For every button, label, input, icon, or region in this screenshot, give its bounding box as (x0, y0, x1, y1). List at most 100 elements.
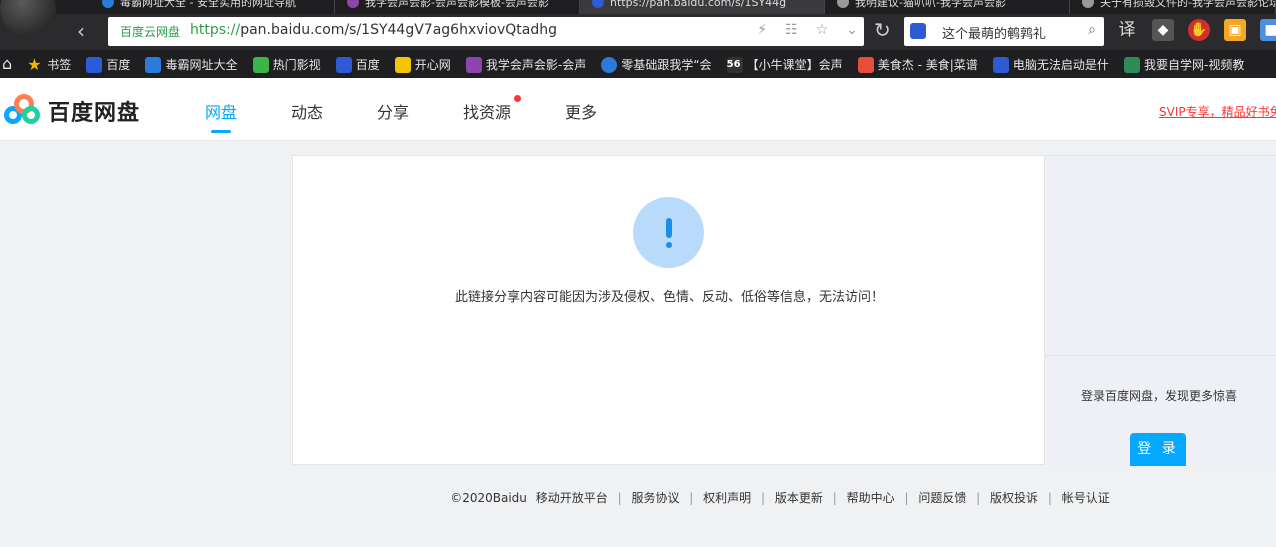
site-header: 百度网盘 网盘 动态 分享 找资源 更多 SVIP专享，精品好书免费读 (0, 78, 1276, 141)
browser-tab-strip: 毒霸网址大全 - 安全实用的网址导航 我学会声会影-会声会影模板-会声会影 ht… (0, 0, 1276, 14)
exclamation-icon (633, 197, 704, 268)
tab-favicon-icon (102, 0, 114, 8)
bookmark-label: 我学会声会影-会声 (485, 58, 587, 72)
play-icon (252, 57, 269, 73)
copyright-text: ©2020Baidu (450, 491, 527, 505)
baidu-paw-icon (86, 57, 103, 73)
adblock-icon[interactable]: ✋ (1188, 19, 1210, 41)
tab-title: 毒霸网址大全 - 安全实用的网址导航 (120, 0, 296, 9)
site-favicon-icon (465, 57, 482, 73)
footer-link-open-platform[interactable]: 移动开放平台 (536, 489, 608, 506)
bookmark-item[interactable]: 56 【小牛课堂】会声 (726, 51, 843, 78)
nav-active-indicator (211, 130, 231, 133)
bookmark-label: 我要自学网-视频教 (1143, 58, 1245, 72)
browser-tab[interactable]: 毒霸网址大全 - 安全实用的网址导航 (90, 0, 335, 14)
tab-title: 我明建议-猫叭叭-我学会声会影 (855, 0, 1006, 9)
kaixin-icon (394, 57, 411, 73)
footer-link-updates[interactable]: 版本更新 (775, 489, 823, 506)
bookmark-item[interactable]: 电脑无法启动是什 (992, 51, 1109, 78)
footer-link-rights[interactable]: 权利声明 (703, 489, 751, 506)
site-favicon-icon (1123, 57, 1140, 73)
extension-icon[interactable]: ◆ (1152, 19, 1174, 41)
tab-favicon-icon (837, 0, 849, 8)
baidu-paw-icon (992, 57, 1009, 73)
bookmark-label: 百度 (355, 58, 380, 72)
nav-item-find-resources[interactable]: 找资源 (463, 99, 511, 123)
error-card: 此链接分享内容可能因为涉及侵权、色情、反动、低俗等信息，无法访问！ (292, 155, 1045, 465)
url-path: pan.baidu.com/s/1SY44gV7ag6hxviovQtadhg (240, 22, 557, 38)
bookmarks-bar: ⌂ ★ 书签 百度 毒霸网址大全 热门影视 百度 开心网 我学会声会影-会声 零基… (0, 50, 1276, 78)
nav-item-share[interactable]: 分享 (377, 99, 409, 123)
baidu-paw-icon[interactable] (910, 23, 926, 39)
bookmark-item[interactable]: 热门影视 (252, 51, 321, 78)
svip-promo-link[interactable]: SVIP专享，精品好书免费读 (1159, 103, 1276, 120)
bookmark-item[interactable]: 我要自学网-视频教 (1123, 51, 1245, 78)
logo-text: 百度网盘 (48, 101, 141, 126)
bookmark-label: 书签 (47, 58, 72, 72)
footer-link-terms[interactable]: 服务协议 (631, 489, 679, 506)
extension-blue-icon[interactable]: ■ (1260, 19, 1276, 41)
chevron-down-icon[interactable]: ⌄ (846, 22, 858, 38)
bookmark-item[interactable]: 百度 (86, 51, 130, 78)
bookmark-label: 【小牛课堂】会声 (746, 58, 843, 72)
star-icon[interactable]: ☆ (816, 22, 829, 38)
play-circle-icon (601, 57, 618, 73)
footer-link-copyright-complaint[interactable]: 版权投诉 (990, 489, 1038, 506)
reload-icon[interactable]: ↻ (874, 18, 891, 42)
meishi-icon (857, 57, 874, 73)
bookmark-item[interactable]: 百度 (335, 51, 380, 78)
search-input[interactable]: 这个最萌的鹌鹑礼 (942, 23, 1046, 42)
error-message: 此链接分享内容可能因为涉及侵权、色情、反动、低俗等信息，无法访问！ (454, 290, 884, 305)
lightning-icon[interactable]: ⚡ (757, 22, 767, 38)
browser-tab[interactable]: 关于有损毁文件的-我学会声会影论坛 (1070, 0, 1276, 14)
footer-link-feedback[interactable]: 问题反馈 (918, 489, 966, 506)
footer-link-help[interactable]: 帮助中心 (847, 489, 895, 506)
bookmark-label: 美食杰 - 美食|菜谱 (877, 58, 978, 72)
tab-title: https://pan.baidu.com/s/1SY44g (610, 0, 787, 9)
notification-dot (514, 95, 521, 102)
browser-toolbar: ‹ 百度云网盘 https://pan.baidu.com/s/1SY44gV7… (0, 14, 1276, 50)
browser-tab[interactable]: 我学会声会影-会声会影模板-会声会影 (335, 0, 580, 14)
nav-item-netdisk[interactable]: 网盘 (205, 99, 237, 123)
login-button[interactable]: 登 录 (1130, 433, 1186, 466)
bookmark-item[interactable]: 毒霸网址大全 (145, 51, 237, 78)
bookmark-label: 零基础跟我学“会 (621, 58, 712, 72)
bookmark-item[interactable]: 我学会声会影-会声 (465, 51, 587, 78)
site-56-icon: 56 (726, 57, 743, 73)
search-icon[interactable]: ⌕ (1088, 22, 1096, 38)
search-box[interactable]: 这个最萌的鹌鹑礼 ⌕ (904, 17, 1104, 46)
qr-code-icon[interactable]: ☷ (785, 22, 798, 38)
bookmark-label: 开心网 (414, 58, 451, 72)
back-arrow-icon[interactable]: ‹ (70, 20, 92, 42)
baidu-paw-icon (335, 57, 352, 73)
bookmark-item[interactable]: 美食杰 - 美食|菜谱 (857, 51, 978, 78)
url-protocol: https:// (190, 22, 241, 38)
login-prompt-text: 登录百度网盘，发现更多惊喜 (1080, 389, 1237, 403)
page-footer: ©2020Baidu 移动开放平台 | 服务协议 | 权利声明 | 版本更新 |… (450, 489, 1110, 506)
divider (1045, 355, 1276, 356)
bookmark-item[interactable]: ★ 书签 (27, 51, 71, 78)
bookmark-item[interactable]: 零基础跟我学“会 (601, 51, 712, 78)
tab-title: 我学会声会影-会声会影模板-会声会影 (365, 0, 549, 9)
browser-tab-active[interactable]: https://pan.baidu.com/s/1SY44g (580, 0, 825, 14)
bookmark-label: 毒霸网址大全 (165, 58, 238, 72)
home-icon[interactable]: ⌂ (2, 50, 12, 78)
nav-item-more[interactable]: 更多 (565, 99, 597, 123)
url-text[interactable]: https://pan.baidu.com/s/1SY44gV7ag6hxvio… (190, 22, 557, 38)
tab-favicon-icon (347, 0, 359, 8)
nav-item-activity[interactable]: 动态 (291, 99, 323, 123)
baidu-pan-logo-icon (2, 94, 42, 128)
site-logo[interactable]: 百度网盘 (2, 94, 140, 128)
star-icon: ★ (27, 55, 42, 74)
bookmark-label: 电脑无法启动是什 (1012, 58, 1109, 72)
tab-title: 关于有损毁文件的-我学会声会影论坛 (1100, 0, 1276, 9)
bookmark-item[interactable]: 开心网 (394, 51, 451, 78)
translate-icon[interactable]: 译 (1116, 19, 1138, 41)
tab-favicon-icon (1082, 0, 1094, 8)
footer-link-account-verify[interactable]: 帐号认证 (1062, 489, 1110, 506)
extension-orange-icon[interactable]: ▣ (1224, 19, 1246, 41)
address-bar[interactable]: 百度云网盘 https://pan.baidu.com/s/1SY44gV7ag… (108, 17, 864, 46)
browser-tab[interactable]: 我明建议-猫叭叭-我学会声会影 (825, 0, 1070, 14)
login-side-panel: 登录百度网盘，发现更多惊喜 登 录 (1045, 155, 1276, 466)
bookmark-label: 热门影视 (272, 58, 321, 72)
